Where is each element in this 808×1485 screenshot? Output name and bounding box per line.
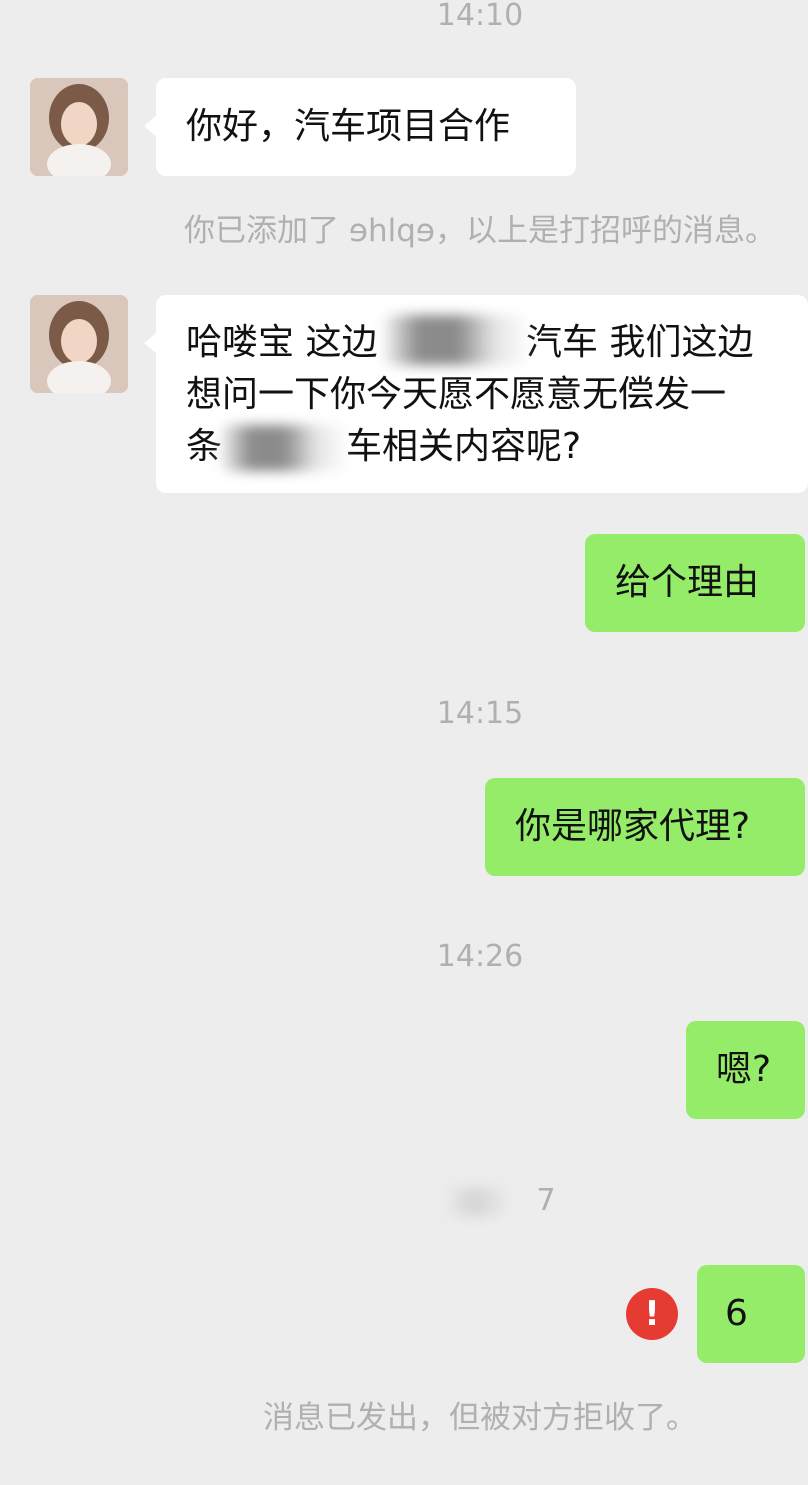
message-text: 汽车 我们这边 [526,322,754,363]
redacted-blur [381,315,531,365]
send-failed-error-icon[interactable]: ! [626,1288,678,1340]
timestamp: 14:10 [436,0,524,33]
avatar-photo-icon [30,78,128,176]
message-text: 车相关内容呢? [346,426,582,467]
system-message-added: 你已添加了 ɘhlqɘ，以上是打招呼的消息。 [184,213,776,249]
message-text: 嗯? [716,1049,772,1090]
incoming-message-bubble[interactable]: 哈喽宝 这边 汽车 我们这边 想问一下你今天愿不愿意无偿发一 条 车相关内容呢? [156,295,808,493]
outgoing-message-bubble[interactable]: 6 [697,1265,805,1363]
message-text: 你是哪家代理? [515,806,751,847]
outgoing-message-bubble[interactable]: 嗯? [686,1021,805,1119]
contact-avatar[interactable] [30,78,128,176]
timestamp: 14:26 [436,939,524,974]
timestamp: 14:15 [436,696,524,731]
message-text: 想问一下你今天愿不愿意无偿发一 [186,374,727,415]
message-text: 哈喽宝 这边 [186,322,378,363]
outgoing-message-bubble[interactable]: 你是哪家代理? [485,778,805,876]
message-text: 给个理由 [615,562,760,603]
avatar-photo-icon [30,295,128,393]
incoming-message-bubble[interactable]: 你好，汽车项目合作 [156,78,576,176]
system-message-rejected: 消息已发出，但被对方拒收了。 [263,1400,697,1436]
timestamp: 7 [536,1183,556,1218]
redacted-blur [218,425,348,471]
message-text: 你好，汽车项目合作 [186,106,511,147]
message-text: 6 [725,1293,748,1334]
message-text: 条 [186,426,223,467]
contact-avatar[interactable] [30,295,128,393]
outgoing-message-bubble[interactable]: 给个理由 [585,534,805,632]
redacted-blur [440,1188,508,1216]
